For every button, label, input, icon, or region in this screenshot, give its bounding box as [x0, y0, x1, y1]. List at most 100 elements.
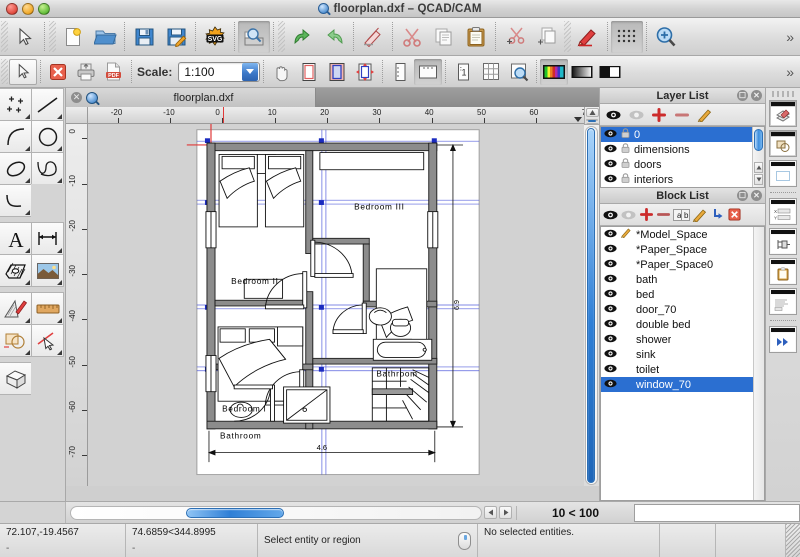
polyline-tool[interactable] — [0, 184, 32, 217]
show-all-layers-button[interactable] — [602, 105, 624, 124]
toolbar-grip[interactable] — [278, 21, 285, 52]
layer-list-item[interactable]: doors — [601, 157, 764, 172]
block-list-item[interactable]: shower — [601, 332, 764, 347]
layer-list-item[interactable]: 0 — [601, 127, 764, 142]
undo-button[interactable] — [286, 21, 318, 53]
page-tiling-button[interactable] — [477, 59, 505, 85]
toolbar-grip[interactable] — [1, 59, 8, 84]
blackwhite-mode-button[interactable] — [596, 59, 624, 85]
erase-button[interactable] — [357, 21, 389, 53]
horizontal-scroll-track-canvas[interactable] — [585, 126, 598, 485]
main-toolbar-overflow-button[interactable]: » — [780, 29, 800, 45]
chevron-down-icon[interactable] — [242, 63, 258, 81]
image-tool[interactable] — [31, 254, 64, 287]
block-list-item[interactable]: *Paper_Space — [601, 242, 764, 257]
edit-block-button[interactable] — [691, 205, 708, 224]
drawing-preview-button[interactable] — [295, 59, 323, 85]
eye-open-icon[interactable] — [604, 144, 617, 156]
rename-block-button[interactable]: ab — [672, 205, 690, 224]
eye-open-icon[interactable] — [604, 379, 617, 391]
block-list-item[interactable]: door_70 — [601, 302, 764, 317]
block-list-scrollbar[interactable] — [753, 227, 764, 500]
block-list-item[interactable]: double bed — [601, 317, 764, 332]
copy-with-reference-button[interactable] — [531, 21, 563, 53]
remove-block-button[interactable] — [655, 205, 671, 224]
hide-all-blocks-button[interactable] — [620, 205, 637, 224]
eye-open-icon[interactable] — [604, 364, 617, 376]
clipboard-dock-toggle[interactable] — [769, 258, 797, 285]
print-preview-button[interactable] — [238, 21, 270, 53]
eye-open-icon[interactable] — [604, 319, 617, 331]
delete-selection-button[interactable] — [44, 59, 72, 85]
simulation-dock-toggle[interactable] — [769, 326, 797, 353]
eye-open-icon[interactable] — [604, 259, 617, 271]
select-pointer-tool[interactable] — [9, 21, 41, 53]
block-list-item[interactable]: bed — [601, 287, 764, 302]
dimension-tool[interactable] — [31, 222, 64, 255]
eye-open-icon[interactable] — [604, 244, 617, 256]
grayscale-mode-button[interactable] — [568, 59, 596, 85]
block-list-item[interactable]: *Paper_Space0 — [601, 257, 764, 272]
block-list-item[interactable]: toilet — [601, 362, 764, 377]
block-list-item[interactable]: *Model_Space — [601, 227, 764, 242]
fit-paper-button[interactable] — [351, 59, 379, 85]
block-list-item[interactable]: bath — [601, 272, 764, 287]
horizontal-scroll-thumb-canvas[interactable] — [587, 128, 595, 483]
command-line-input[interactable] — [634, 504, 800, 522]
toolbar-grip[interactable] — [564, 21, 571, 52]
show-all-blocks-button[interactable] — [602, 205, 619, 224]
snap-grid-button[interactable] — [611, 21, 643, 53]
page-landscape-button[interactable] — [414, 59, 442, 85]
point-tool[interactable] — [0, 88, 32, 121]
float-icon[interactable]: ☐ — [737, 90, 748, 101]
eye-open-icon[interactable] — [604, 174, 617, 186]
toolbar-grip[interactable] — [1, 21, 8, 52]
close-icon[interactable]: ✕ — [751, 90, 762, 101]
add-layer-button[interactable] — [648, 105, 670, 124]
eye-open-icon[interactable] — [604, 129, 617, 141]
zoom-in-button[interactable] — [650, 21, 682, 53]
cut-with-reference-button[interactable] — [499, 21, 531, 53]
lock-icon[interactable] — [621, 173, 630, 186]
single-page-button[interactable]: 1 — [449, 59, 477, 85]
scale-select[interactable]: 1:100 — [178, 62, 260, 82]
eye-open-icon[interactable] — [604, 159, 617, 171]
remove-layer-button[interactable] — [671, 105, 693, 124]
edit-layer-button[interactable] — [694, 105, 716, 124]
view-dock-toggle[interactable] — [769, 160, 797, 187]
layer-list-scroll-up-button[interactable] — [754, 162, 763, 173]
spline-tool[interactable] — [31, 152, 64, 185]
zoom-page-button[interactable] — [505, 59, 533, 85]
toolbar-grip[interactable] — [49, 21, 56, 52]
modify-tool[interactable] — [0, 292, 32, 325]
library-dock-toggle[interactable] — [769, 288, 797, 315]
line-tool[interactable] — [31, 88, 64, 121]
eye-open-icon[interactable] — [604, 349, 617, 361]
block-list-item[interactable]: sink — [601, 347, 764, 362]
horizontal-scrollbar-canvas[interactable] — [584, 124, 599, 486]
layer-list-scroll-down-button[interactable] — [754, 174, 763, 185]
horizontal-scrollbar[interactable] — [66, 505, 516, 521]
close-icon[interactable]: ✕ — [751, 190, 762, 201]
ellipse-tool[interactable] — [0, 152, 32, 185]
circle-tool[interactable] — [31, 120, 64, 153]
pan-tool[interactable] — [267, 59, 295, 85]
layer-list-item[interactable]: interiors — [601, 172, 764, 187]
block-list[interactable]: *Model_Space*Paper_Space*Paper_Space0bat… — [600, 226, 765, 501]
vertical-scrollbar[interactable] — [584, 107, 599, 124]
text-tool[interactable]: A — [0, 222, 32, 255]
save-button[interactable] — [128, 21, 160, 53]
add-block-button[interactable] — [638, 205, 654, 224]
snap-tool[interactable] — [0, 324, 32, 357]
select-entity-tool[interactable] — [9, 59, 37, 85]
layer-list-item[interactable]: dimensions — [601, 142, 764, 157]
scroll-up-button[interactable] — [586, 108, 599, 117]
scroll-right-button[interactable] — [499, 506, 512, 519]
block-list-item[interactable]: window_70 — [601, 377, 764, 392]
print-button[interactable] — [72, 59, 100, 85]
hide-all-layers-button[interactable] — [625, 105, 647, 124]
export-pdf-button[interactable]: PDF — [100, 59, 128, 85]
float-icon[interactable]: ☐ — [737, 190, 748, 201]
document-tab-floorplan[interactable]: ✕ floorplan.dxf — [66, 88, 316, 107]
drawing-canvas[interactable]: Bedroom III Bedroom II Bedroom I Bathroo… — [88, 124, 584, 486]
